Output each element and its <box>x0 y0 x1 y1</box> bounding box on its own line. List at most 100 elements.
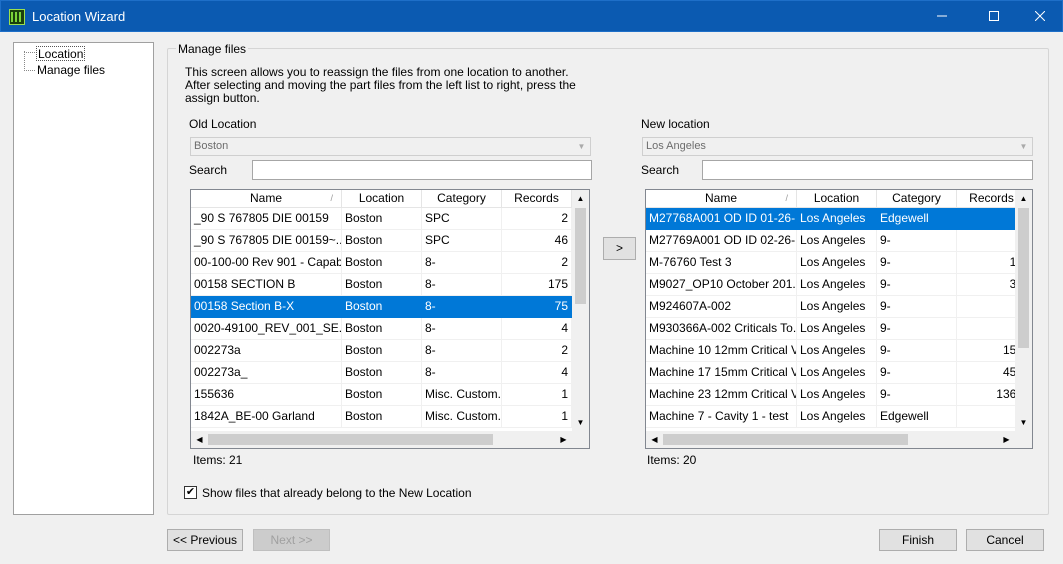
cell-category: 9- <box>877 362 957 384</box>
scroll-right-icon[interactable]: ▶ <box>998 431 1015 448</box>
cell-records: 2 <box>502 252 572 274</box>
cell-name: Machine 17 15mm Critical V... <box>646 362 797 384</box>
cell-name: M9027_OP10 October 201... <box>646 274 797 296</box>
new-location-combo-value: Los Angeles <box>646 140 706 152</box>
cell-records: 175 <box>502 274 572 296</box>
cell-name: 1842A_BE-00 Garland <box>191 406 342 428</box>
table-row[interactable]: M924607A-002Los Angeles9-18 <box>646 296 1032 318</box>
cell-category: 8- <box>422 362 502 384</box>
scroll-down-icon[interactable]: ▼ <box>1015 414 1032 431</box>
cell-name: 155636 <box>191 384 342 406</box>
horizontal-scrollbar[interactable]: ◀ ▶ <box>191 431 572 448</box>
vertical-scrollbar[interactable]: ▲ ▼ <box>1015 190 1032 431</box>
table-row[interactable]: Machine 23 12mm Critical V... Los Angeles… <box>646 384 1032 406</box>
scroll-thumb[interactable] <box>208 434 493 445</box>
next-button[interactable]: Next >> <box>253 529 330 551</box>
table-row[interactable]: 00158 Section B-XBoston8-753/1 <box>191 296 589 318</box>
column-header-label: Name <box>704 191 737 205</box>
cell-records: 1 <box>502 384 572 406</box>
cell-name: _90 S 767805 DIE 00159 <box>191 208 342 230</box>
tree-item-manage-files[interactable]: Manage files <box>36 63 106 78</box>
cell-location: Boston <box>342 230 422 252</box>
close-button[interactable] <box>1017 1 1063 32</box>
scroll-thumb[interactable] <box>663 434 908 445</box>
horizontal-scrollbar[interactable]: ◀ ▶ <box>646 431 1015 448</box>
scroll-right-icon[interactable]: ▶ <box>555 431 572 448</box>
cell-category: SPC <box>422 208 502 230</box>
scroll-up-icon[interactable]: ▲ <box>572 190 589 207</box>
table-row[interactable]: 0020-49100_REV_001_SE...Boston8-45/1 <box>191 318 589 340</box>
column-header-name[interactable]: Name / <box>191 190 342 208</box>
chevron-down-icon: ▼ <box>1019 142 1028 151</box>
tree-item-location[interactable]: Location <box>36 46 86 61</box>
previous-button[interactable]: << Previous <box>167 529 243 551</box>
new-location-combo[interactable]: Los Angeles ▼ <box>642 137 1033 156</box>
show-files-checkbox[interactable]: ✔ <box>184 486 197 499</box>
cell-category: 9- <box>877 340 957 362</box>
cell-name: 002273a <box>191 340 342 362</box>
old-location-list[interactable]: Name/LocationCategoryRecordsTin_90 S 767… <box>190 189 590 449</box>
table-row[interactable]: 002273aBoston8-25/2 <box>191 340 589 362</box>
old-search-label: Search <box>189 163 228 177</box>
title-bar[interactable]: Location Wizard <box>0 0 1063 32</box>
cell-location: Los Angeles <box>797 318 877 340</box>
table-row[interactable]: Machine 10 12mm Critical V... Los Angeles… <box>646 340 1032 362</box>
new-location-label: New location <box>641 117 710 131</box>
column-header-location[interactable]: Location <box>342 190 422 208</box>
new-location-list[interactable]: Name/LocationCategoryRecordsTM27768A001 … <box>645 189 1033 449</box>
old-search-input[interactable] <box>252 160 592 180</box>
column-header-location[interactable]: Location <box>797 190 877 208</box>
table-row[interactable]: 1842A_BE-00 Garland Boston Misc. Custom...… <box>191 406 589 428</box>
minimize-button[interactable] <box>919 1 965 32</box>
scroll-left-icon[interactable]: ◀ <box>191 431 208 448</box>
cell-records: 1 <box>502 406 572 428</box>
table-row[interactable]: Machine 7 - Cavity 1 - test Los Angeles Ed… <box>646 406 1032 428</box>
scroll-thumb[interactable] <box>1018 208 1029 348</box>
column-header-records[interactable]: Records <box>502 190 572 208</box>
cancel-button[interactable]: Cancel <box>966 529 1044 551</box>
table-row[interactable]: M9027_OP10 October 201...Los Angeles9-30… <box>646 274 1032 296</box>
cell-name: M27769A001 OD ID 02-26-... <box>646 230 797 252</box>
cell-name: M930366A-002 Criticals To... <box>646 318 797 340</box>
column-header-label: Name <box>249 191 282 205</box>
wizard-step-tree[interactable]: Location Manage files <box>13 42 154 515</box>
table-row[interactable]: _90 S 767805 DIE 00159~...BostonSPC463/2 <box>191 230 589 252</box>
table-row[interactable]: 002273a_Boston8-45/2 <box>191 362 589 384</box>
column-header-label: Location <box>358 191 405 205</box>
maximize-button[interactable] <box>971 1 1017 32</box>
new-search-input[interactable] <box>702 160 1033 180</box>
cell-location: Los Angeles <box>797 340 877 362</box>
scroll-down-icon[interactable]: ▼ <box>572 414 589 431</box>
scroll-thumb[interactable] <box>575 208 586 304</box>
column-header-label: Records <box>514 191 559 205</box>
table-row[interactable]: M27769A001 OD ID 02-26-...Los Angeles9-1… <box>646 230 1032 252</box>
cell-location: Los Angeles <box>797 296 877 318</box>
move-right-button[interactable]: > <box>603 237 636 260</box>
table-row[interactable]: 00-100-00 Rev 901 - Capab...Boston8-23/7 <box>191 252 589 274</box>
table-row[interactable]: 00158 SECTION BBoston8-1757/2 <box>191 274 589 296</box>
column-header-name[interactable]: Name / <box>646 190 797 208</box>
cell-location: Los Angeles <box>797 384 877 406</box>
table-row[interactable]: _90 S 767805 DIE 00159BostonSPC23/2 <box>191 208 589 230</box>
vertical-scrollbar[interactable]: ▲ ▼ <box>572 190 589 431</box>
scroll-left-icon[interactable]: ◀ <box>646 431 663 448</box>
old-location-combo[interactable]: Boston ▼ <box>190 137 591 156</box>
cell-category: 8- <box>422 340 502 362</box>
window-title: Location Wizard <box>32 9 126 24</box>
sort-indicator-icon: / <box>785 193 788 203</box>
table-row[interactable]: M-76760 Test 3Los Angeles9-167 <box>646 252 1032 274</box>
new-items-count: Items: 20 <box>647 453 697 467</box>
column-header-category[interactable]: Category <box>877 190 957 208</box>
column-header-category[interactable]: Category <box>422 190 502 208</box>
table-row[interactable]: M27768A001 OD ID 01-26-... Los Angeles Edg… <box>646 208 1032 230</box>
table-row[interactable]: 155636BostonMisc. Custom...17/1 <box>191 384 589 406</box>
finish-button[interactable]: Finish <box>879 529 957 551</box>
cell-location: Los Angeles <box>797 230 877 252</box>
table-row[interactable]: M930366A-002 Criticals To... Los Angeles 9… <box>646 318 1032 340</box>
table-row[interactable]: Machine 17 15mm Critical V... Los Angeles… <box>646 362 1032 384</box>
scroll-up-icon[interactable]: ▲ <box>1015 190 1032 207</box>
minimize-icon <box>937 15 947 17</box>
cell-category: SPC <box>422 230 502 252</box>
column-header-label: Category <box>437 191 486 205</box>
cell-name: M-76760 Test 3 <box>646 252 797 274</box>
